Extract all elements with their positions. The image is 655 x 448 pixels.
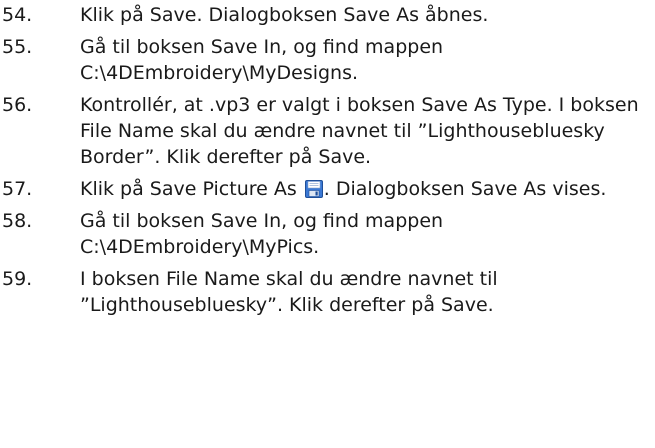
step-item: 59. I boksen File Name skal du ændre nav… bbox=[0, 266, 655, 318]
step-number: 54. bbox=[2, 4, 33, 26]
step-item: 57. Klik på Save Picture As . Dialogboks… bbox=[0, 176, 655, 202]
step-number: 56. bbox=[2, 94, 33, 116]
step-text: Klik på Save Picture As . Dialogboksen S… bbox=[80, 176, 650, 202]
step-text: Klik på Save. Dialogboksen Save As åbnes… bbox=[80, 4, 489, 26]
step-text: Kontrollér, at .vp3 er valgt i boksen Sa… bbox=[80, 94, 639, 168]
step-text: I boksen File Name skal du ændre navnet … bbox=[80, 268, 498, 316]
step-text-before: Klik på Save Picture As bbox=[80, 178, 303, 200]
step-number: 59. bbox=[2, 268, 33, 290]
instruction-page: 54. Klik på Save. Dialogboksen Save As å… bbox=[0, 0, 655, 448]
step-item: 54. Klik på Save. Dialogboksen Save As å… bbox=[0, 2, 655, 28]
step-number: 55. bbox=[2, 36, 33, 58]
step-text-after: . Dialogboksen Save As vises. bbox=[323, 178, 607, 200]
save-picture-icon bbox=[304, 179, 323, 198]
step-number: 57. bbox=[2, 178, 33, 200]
step-number: 58. bbox=[2, 210, 33, 232]
step-text: Gå til boksen Save In, og find mappen C:… bbox=[80, 36, 444, 84]
step-text: Gå til boksen Save In, og find mappen C:… bbox=[80, 210, 444, 258]
step-item: 56. Kontrollér, at .vp3 er valgt i bokse… bbox=[0, 92, 655, 170]
step-item: 55. Gå til boksen Save In, og find mappe… bbox=[0, 34, 655, 86]
step-list: 54. Klik på Save. Dialogboksen Save As å… bbox=[0, 2, 655, 318]
step-item: 58. Gå til boksen Save In, og find mappe… bbox=[0, 208, 655, 260]
